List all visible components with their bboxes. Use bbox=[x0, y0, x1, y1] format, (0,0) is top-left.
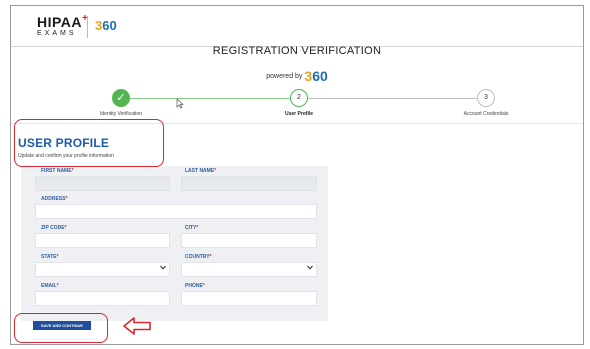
logo-exams-text: EXAMS bbox=[37, 30, 77, 37]
powered-by-logo: 360 bbox=[304, 68, 327, 84]
zip-code-label: ZIP CODE* bbox=[41, 225, 66, 231]
country-label: COUNTRY* bbox=[185, 254, 212, 260]
required-marker: * bbox=[56, 254, 59, 260]
step-1-label: Identity Verification bbox=[100, 111, 142, 117]
last-name-label: LAST NAME* bbox=[185, 168, 216, 174]
top-bar: HIPAA+ EXAMS 360 bbox=[11, 6, 583, 47]
address-label: ADDRESS* bbox=[41, 196, 67, 202]
address-label-text: ADDRESS bbox=[41, 196, 66, 202]
city-label-text: CITY bbox=[185, 225, 197, 231]
step-3-label: Account Credentials bbox=[463, 111, 509, 117]
email-field[interactable] bbox=[35, 291, 170, 306]
mouse-pointer-icon bbox=[176, 98, 184, 112]
required-marker: * bbox=[202, 283, 205, 289]
step-1-checkmark-icon: ✓ bbox=[112, 89, 130, 107]
required-marker: * bbox=[56, 283, 59, 289]
first-name-label: FIRST NAME* bbox=[41, 168, 74, 174]
phone-label: PHONE* bbox=[185, 283, 205, 289]
city-field[interactable] bbox=[181, 233, 317, 248]
phone-label-text: PHONE bbox=[185, 283, 203, 289]
chevron-down-icon bbox=[307, 265, 313, 272]
state-select[interactable] bbox=[35, 262, 170, 277]
logo-360-badge: 360 bbox=[95, 18, 117, 33]
hipaa-exams-logo[interactable]: HIPAA+ EXAMS bbox=[37, 13, 88, 37]
email-label: EMAIL* bbox=[41, 283, 59, 289]
address-field[interactable] bbox=[35, 204, 317, 219]
first-name-label-text: FIRST NAME bbox=[41, 168, 72, 174]
powered-by-text: powered by bbox=[266, 72, 303, 80]
required-marker: * bbox=[64, 225, 67, 231]
required-marker: * bbox=[65, 196, 68, 202]
step-3-indicator: 3 bbox=[477, 89, 495, 107]
logo-hipaa-text: HIPAA bbox=[37, 14, 83, 30]
step-2-label: User Profile bbox=[284, 111, 314, 117]
last-name-field[interactable] bbox=[181, 176, 317, 191]
step-2-indicator: 2 bbox=[290, 89, 308, 107]
required-marker: * bbox=[71, 168, 74, 174]
first-name-field[interactable] bbox=[35, 176, 170, 191]
required-marker: * bbox=[196, 225, 199, 231]
state-label: STATE* bbox=[41, 254, 59, 260]
progress-line-pending bbox=[299, 98, 493, 99]
last-name-label-text: LAST NAME bbox=[185, 168, 215, 174]
powered-by: powered by 360 bbox=[11, 68, 583, 84]
powered-logo-digits: 60 bbox=[312, 68, 328, 84]
email-label-text: EMAIL bbox=[41, 283, 57, 289]
zip-code-label-text: ZIP CODE bbox=[41, 225, 65, 231]
page-title: REGISTRATION VERIFICATION bbox=[212, 45, 382, 57]
left-arrow-icon bbox=[122, 316, 152, 341]
city-label: CITY* bbox=[185, 225, 198, 231]
browser-frame: HIPAA+ EXAMS 360 REGISTRATION VERIFICATI… bbox=[10, 5, 584, 345]
country-label-text: COUNTRY bbox=[185, 254, 210, 260]
zip-code-field[interactable] bbox=[35, 233, 170, 248]
required-marker: * bbox=[209, 254, 212, 260]
user-profile-heading: USER PROFILE bbox=[18, 136, 110, 150]
user-profile-subtitle: Update and confirm your profile informat… bbox=[18, 153, 114, 159]
country-select[interactable] bbox=[181, 262, 317, 277]
state-label-text: STATE bbox=[41, 254, 57, 260]
logo-divider bbox=[87, 16, 88, 38]
required-marker: * bbox=[214, 168, 217, 174]
phone-field[interactable] bbox=[181, 291, 317, 306]
save-and-continue-button[interactable]: SAVE AND CONTINUE bbox=[33, 321, 91, 330]
chevron-down-icon bbox=[160, 265, 166, 272]
logo-360-digits: 60 bbox=[102, 18, 117, 33]
